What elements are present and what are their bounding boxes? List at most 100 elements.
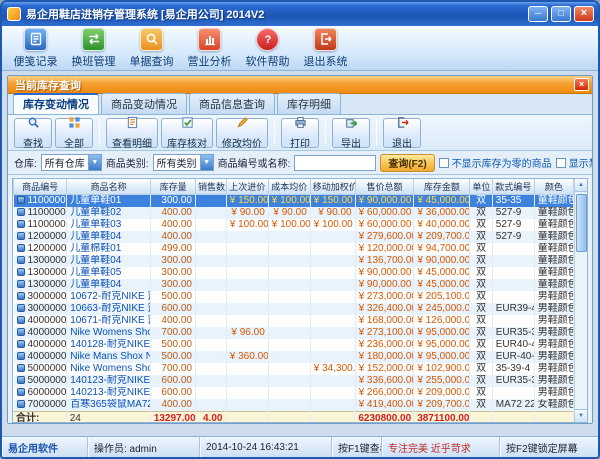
query-button[interactable]: 查询(F2) [380, 153, 435, 172]
tab-bar: 库存变动情况 商品变动情况 商品信息查询 库存明细 [8, 93, 592, 115]
toolbar-button-exit[interactable]: 退出系统 [298, 27, 353, 69]
col-header[interactable]: 成本均价 [267, 179, 311, 195]
scroll-down-icon[interactable]: ▼ [575, 409, 587, 422]
table-row[interactable]: 12000001儿童单鞋04400.00¥ 279,600.00¥ 209,70… [13, 230, 575, 243]
col-header[interactable]: 库存金额 [413, 179, 471, 195]
action-toolbar: 查找 全部 查看明细 库存核对 修改均价 打印 导出 退出 [8, 115, 592, 151]
vertical-scrollbar[interactable]: ▲ ▼ [574, 179, 587, 422]
toolbar-button-shift[interactable]: 换班管理 [66, 27, 121, 69]
col-header[interactable]: 售价总额 [354, 179, 415, 195]
printer-icon [294, 116, 307, 134]
panel-close-icon[interactable] [574, 78, 589, 91]
toolbar-button-help[interactable]: ? 软件帮助 [240, 27, 295, 69]
toolbar-divider [99, 119, 100, 146]
col-header[interactable]: 库存量 [150, 179, 196, 195]
title-bar: 易企用鞋店进销存管理系统 [易企用公司] 2014V2 [2, 2, 598, 26]
toolbar-button-docs[interactable]: 单据查询 [124, 27, 179, 69]
toolbar-label: 单据查询 [129, 55, 174, 68]
col-header[interactable]: 销售数量 [194, 179, 227, 195]
table-row[interactable]: 13000002儿童单鞋05300.00¥ 90,000.00¥ 45,000.… [13, 266, 575, 279]
tab-stock-change[interactable]: 库存变动情况 [13, 93, 99, 114]
brand-label: 易企用软件 [2, 437, 88, 457]
col-header[interactable]: 商品编号 [13, 179, 68, 195]
lock-hint: 按F2键锁定屏幕 [500, 437, 598, 457]
item-icon [16, 399, 25, 408]
keyword-input[interactable] [294, 154, 377, 171]
table-row[interactable]: 4000000110671-耐克NIKE 篮球鞋400.00¥ 168,000.… [13, 314, 575, 327]
table-row[interactable]: 12000002儿童棉鞋01499.00¥ 120,000.00¥ 94,700… [13, 242, 575, 255]
tab-goods-change[interactable]: 商品变动情况 [101, 93, 187, 114]
category-select[interactable]: 所有类别 [152, 154, 214, 171]
view-detail-button[interactable]: 查看明细 [106, 116, 158, 150]
tab-goods-info[interactable]: 商品信息查询 [189, 93, 275, 114]
chevron-down-icon [199, 155, 213, 170]
col-header[interactable]: 颜色 [533, 179, 575, 195]
modify-price-button[interactable]: 修改均价 [216, 116, 268, 150]
quit-button[interactable]: 退出 [383, 116, 421, 150]
table-row[interactable]: 3000000210663-耐克NIKE 篮球鞋600.00¥ 326,400.… [13, 302, 575, 315]
toolbar-button-notes[interactable]: 便笺记录 [8, 27, 63, 69]
item-icon [16, 339, 25, 348]
item-icon [16, 195, 25, 204]
table-row[interactable]: 50000002140123-耐克NIKE SHOX鞋600.00¥ 336,6… [13, 374, 575, 387]
col-header[interactable]: 商品名称 [66, 179, 152, 195]
show-all-button[interactable]: 全部 [55, 116, 93, 150]
pencil-icon [236, 116, 249, 134]
table-row[interactable]: 40000003140128-耐克NIKE Shox NZ-14500.00¥ … [13, 338, 575, 351]
stock-check-button[interactable]: 库存核对 [161, 116, 213, 150]
toolbar-divider [376, 119, 377, 146]
export-button[interactable]: 导出 [332, 116, 370, 150]
item-icon [16, 267, 25, 276]
category-label: 商品类别: [105, 159, 149, 170]
table-row[interactable]: 40000002Nike Womens Shox R4-跑鞋700.00¥ 96… [13, 326, 575, 339]
item-icon [16, 351, 25, 360]
warehouse-select[interactable]: 所有仓库 [40, 154, 102, 171]
col-header[interactable]: 上次进价 [225, 179, 269, 195]
table-row[interactable]: 13000001儿童单鞋04300.00¥ 136,700.00¥ 90,000… [13, 254, 575, 267]
item-icon [16, 327, 25, 336]
export-icon [345, 116, 358, 134]
grid-icon [68, 116, 81, 134]
item-icon [16, 207, 25, 216]
minimize-button[interactable] [528, 6, 548, 22]
scrollbar-thumb[interactable] [575, 194, 587, 252]
table-row[interactable]: 40000004Nike Mans Shox NZ-140:耐克500.00¥ … [13, 350, 575, 363]
col-header[interactable]: 单位 [469, 179, 493, 195]
note-icon [24, 27, 47, 51]
item-icon [16, 375, 25, 384]
col-header[interactable]: 款式编号 [491, 179, 535, 195]
app-window: 易企用鞋店进销存管理系统 [易企用公司] 2014V2 便笺记录 换班管理 单据… [0, 0, 600, 459]
toolbar-button-analysis[interactable]: 营业分析 [182, 27, 237, 69]
operator-label: 操作员: admin [88, 437, 200, 457]
inventory-table: 商品编号 商品名称 库存量 销售数量 上次进价 成本均价 移动加权价 售价总额 … [12, 178, 588, 423]
tab-stock-detail[interactable]: 库存明细 [277, 93, 341, 114]
client-area: 当前库存查询 库存变动情况 商品变动情况 商品信息查询 库存明细 查找 全部 [2, 71, 598, 436]
item-icon [16, 243, 25, 252]
toolbar-label: 换班管理 [71, 55, 116, 68]
document-icon [126, 116, 139, 134]
panel-title: 当前库存查询 [15, 79, 81, 92]
hide-zero-checkbox[interactable]: 不显示库存为零的商品 [438, 155, 552, 170]
window-title: 易企用鞋店进销存管理系统 [易企用公司] 2014V2 [26, 9, 265, 21]
bar-chart-icon [198, 27, 221, 51]
scroll-up-icon[interactable]: ▲ [575, 179, 587, 192]
close-button[interactable] [574, 6, 594, 22]
table-row[interactable]: 70000001百寒365袋鼠MA72(225/245)400.00¥ 419,… [13, 398, 575, 411]
table-row[interactable]: 13000003儿童单鞋04300.00¥ 90,000.00¥ 45,000.… [13, 278, 575, 291]
item-icon [16, 387, 25, 396]
find-button[interactable]: 查找 [14, 117, 52, 150]
item-icon [16, 231, 25, 240]
table-row[interactable]: 50000001Nike Womens Shox R4针织700.00¥ 34,… [13, 362, 575, 375]
table-row[interactable]: 60000001140213-耐克NIKE MENS鞋600.00¥ 266,0… [13, 386, 575, 399]
toolbar-label: 退出系统 [303, 55, 348, 68]
table-row[interactable]: 3000000110672-耐克NIKE 篮球鞋500.00¥ 273,000.… [13, 290, 575, 303]
table-row[interactable]: 11000002儿童单鞋02400.00¥ 90.00¥ 90.00¥ 90.0… [13, 206, 575, 219]
table-row[interactable]: 11000003儿童单鞋03400.00¥ 100.00¥ 100.00¥ 10… [13, 218, 575, 231]
print-button[interactable]: 打印 [281, 116, 319, 150]
item-icon [16, 255, 25, 264]
maximize-button[interactable] [551, 6, 571, 22]
keyword-label: 商品编号或名称: [217, 159, 291, 170]
col-header[interactable]: 移动加权价 [309, 179, 356, 195]
table-row[interactable]: 11000001儿童单鞋01300.00¥ 150.00¥ 100.00¥ 15… [13, 194, 575, 207]
show-disabled-checkbox[interactable]: 显示禁用商品 [555, 155, 592, 170]
